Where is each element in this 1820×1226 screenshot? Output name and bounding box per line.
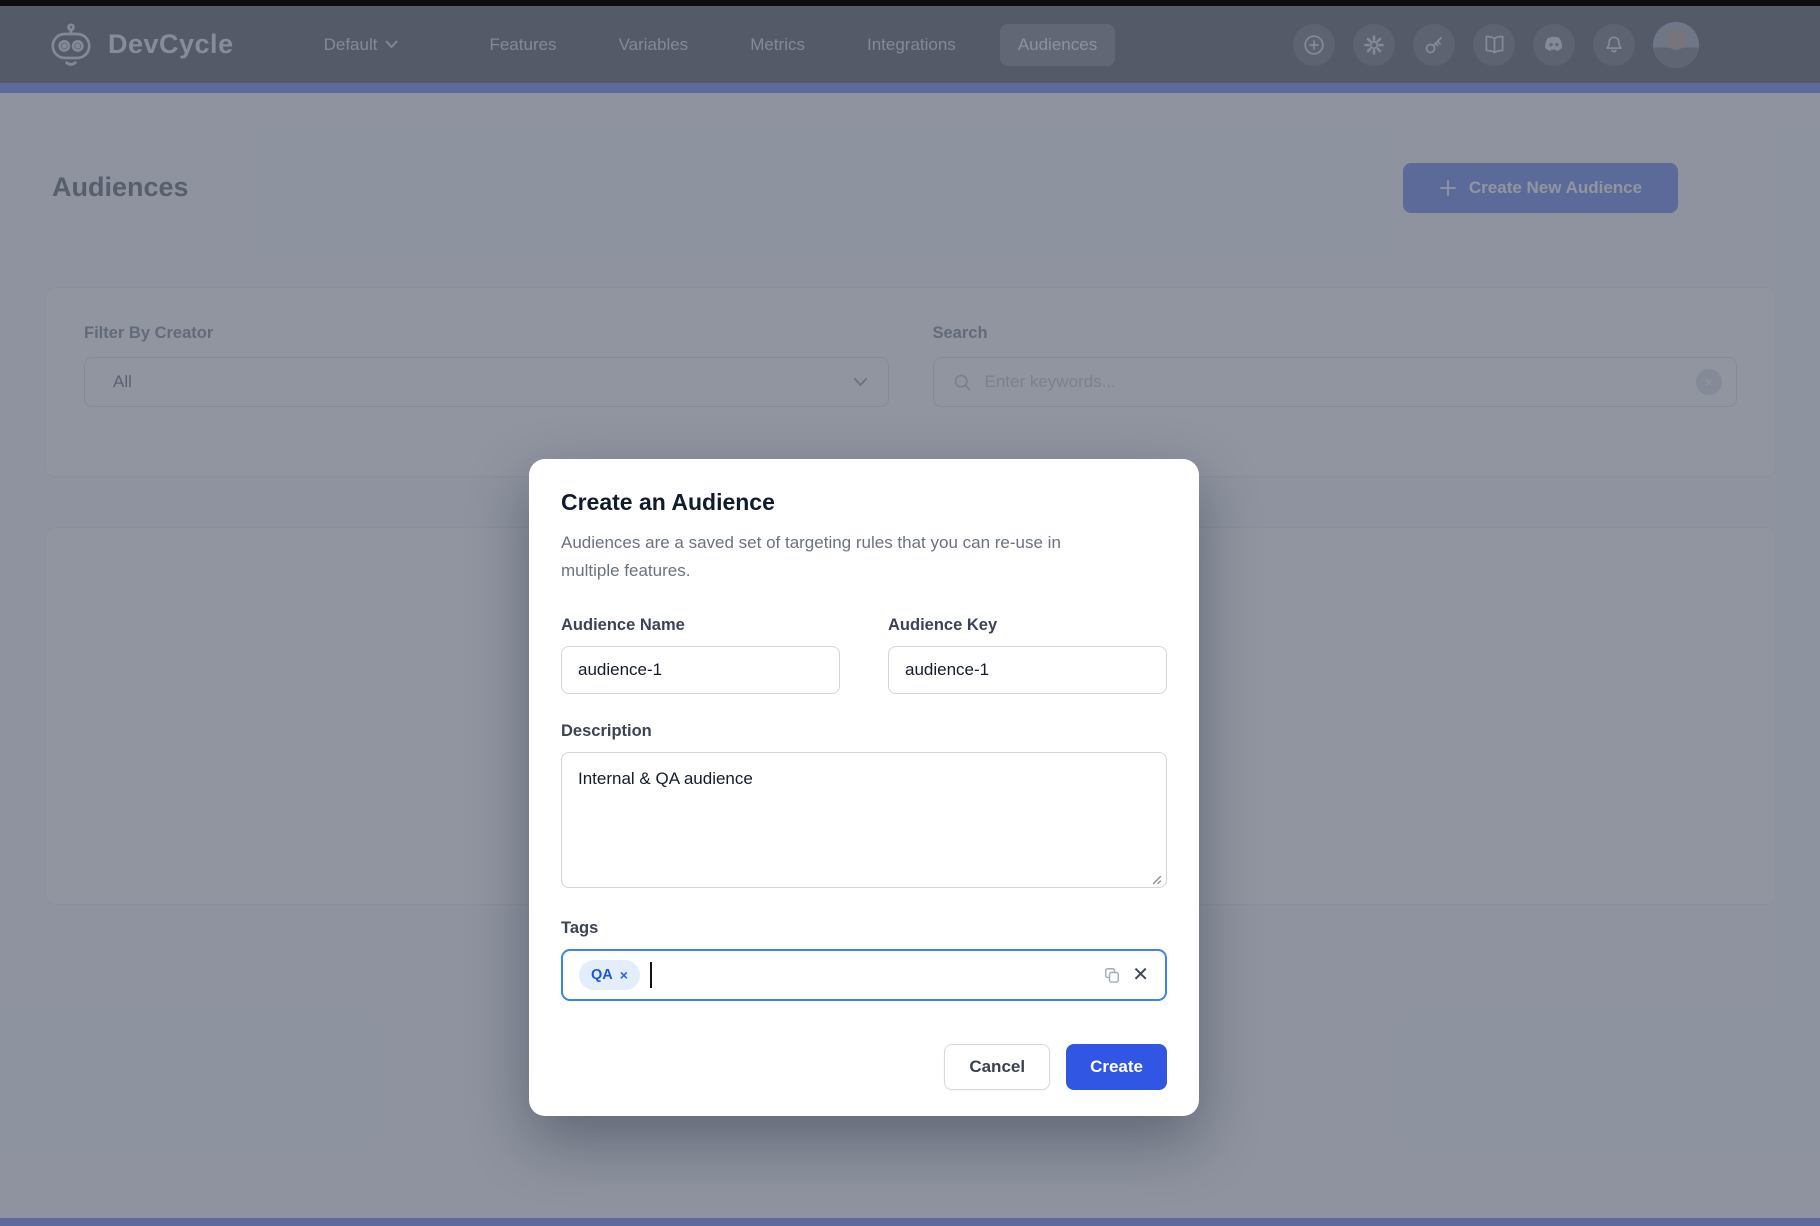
create-button[interactable]: Create [1066, 1044, 1167, 1090]
copy-icon[interactable] [1102, 965, 1122, 985]
audience-name-label: Audience Name [561, 616, 840, 635]
description-label: Description [561, 722, 1167, 741]
audience-key-input[interactable] [888, 646, 1167, 694]
description-textarea-wrap: Internal & QA audience [561, 752, 1167, 893]
app-screen: DevCycle Default Features Variables Metr… [0, 0, 1820, 1226]
modal-title: Create an Audience [561, 489, 1167, 516]
tags-label: Tags [561, 919, 1167, 938]
modal-description: Audiences are a saved set of targeting r… [561, 529, 1113, 584]
description-group: Description Internal & QA audience [561, 722, 1167, 893]
tags-input[interactable]: QA × ✕ [561, 949, 1167, 1001]
name-key-row: Audience Name Audience Key [561, 616, 1167, 694]
tag-remove-icon[interactable]: × [620, 967, 628, 983]
text-caret [650, 962, 652, 988]
create-audience-modal: Create an Audience Audiences are a saved… [529, 459, 1199, 1116]
audience-name-input[interactable] [561, 646, 840, 694]
tag-chip: QA × [579, 960, 640, 990]
description-textarea[interactable]: Internal & QA audience [561, 752, 1167, 888]
tags-clear-icon[interactable]: ✕ [1132, 965, 1149, 985]
resize-handle-icon[interactable] [1149, 872, 1162, 885]
window-chrome-strip [0, 0, 1820, 6]
tags-group: Tags QA × ✕ [561, 919, 1167, 1001]
audience-key-group: Audience Key [888, 616, 1167, 694]
tag-chip-label: QA [591, 967, 613, 983]
modal-footer: Cancel Create [561, 1044, 1167, 1090]
cancel-button[interactable]: Cancel [944, 1044, 1050, 1090]
audience-key-label: Audience Key [888, 616, 1167, 635]
audience-name-group: Audience Name [561, 616, 840, 694]
